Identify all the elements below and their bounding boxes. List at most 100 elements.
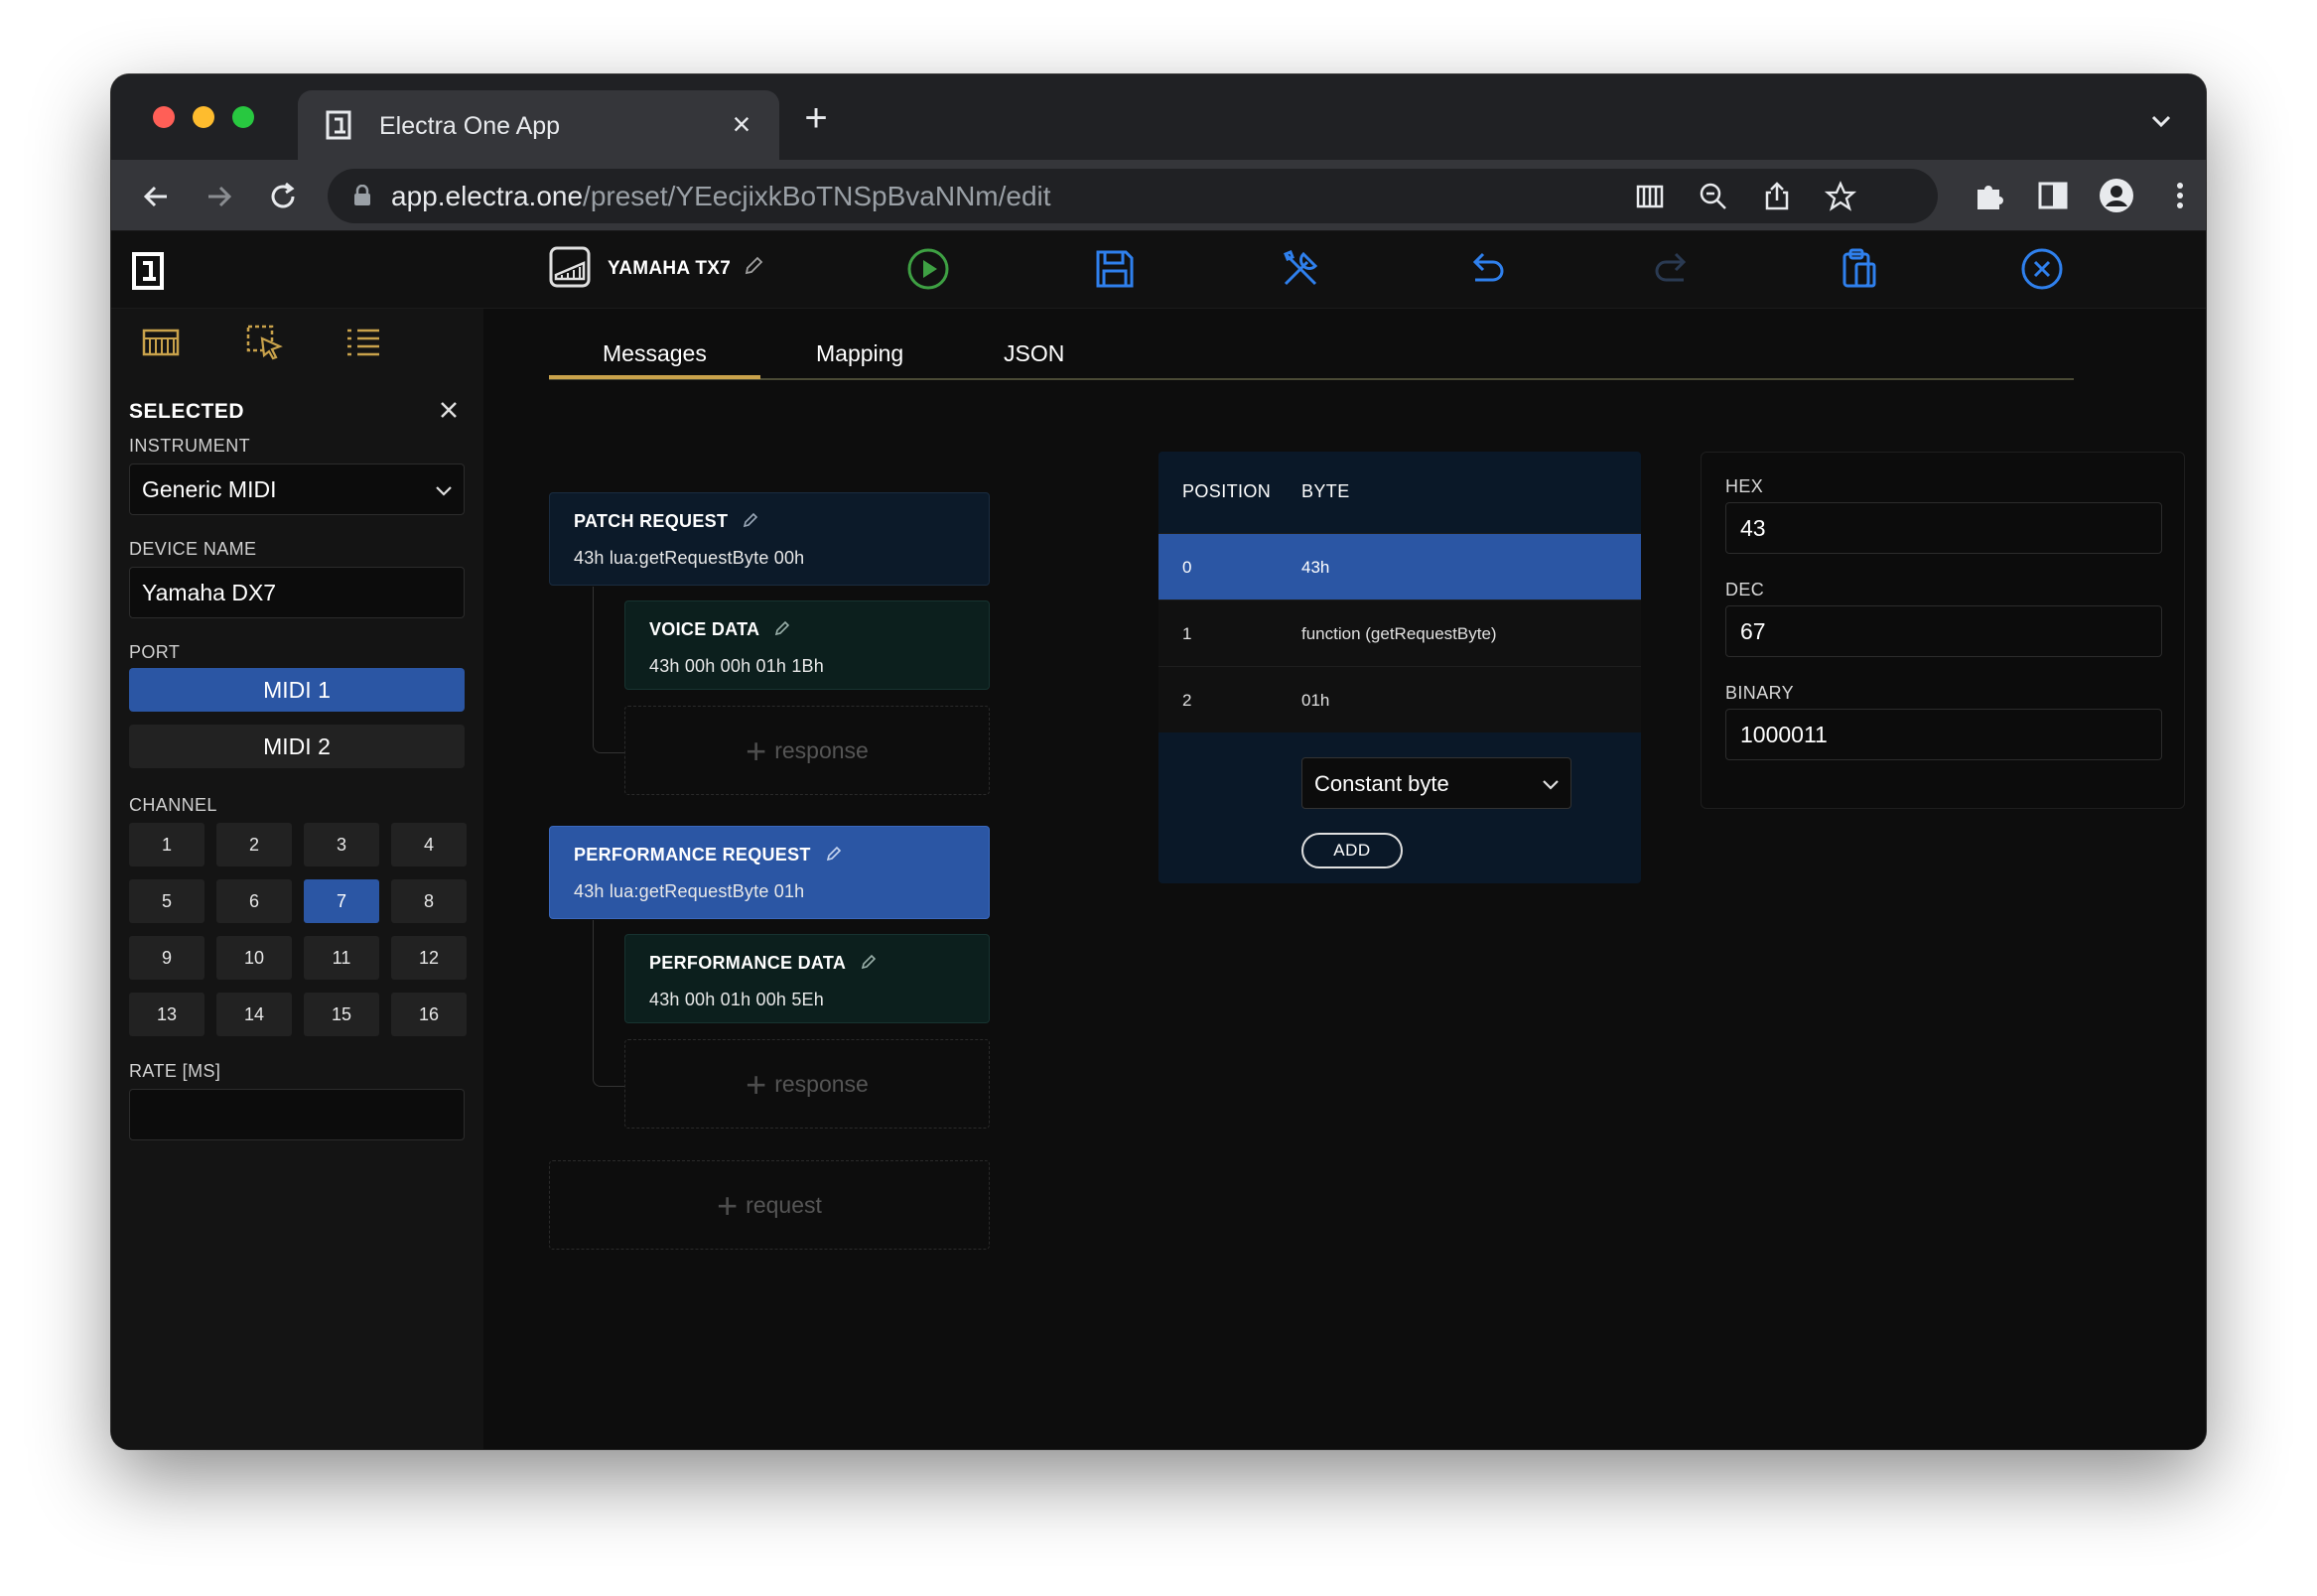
channel-button-1[interactable]: 1	[129, 823, 204, 866]
performance-request-card[interactable]: PERFORMANCE REQUEST 43h lua:getRequestBy…	[549, 826, 990, 919]
channel-button-4[interactable]: 4	[391, 823, 467, 866]
tools-icon[interactable]	[1278, 246, 1323, 292]
add-response-button[interactable]: + response	[624, 706, 990, 795]
tab-messages[interactable]: Messages	[549, 340, 760, 379]
add-response-button[interactable]: + response	[624, 1039, 990, 1129]
share-icon[interactable]	[1761, 181, 1793, 212]
more-menu-icon[interactable]	[2162, 178, 2198, 213]
performance-data-response-card[interactable]: PERFORMANCE DATA 43h 00h 01h 00h 5Eh	[624, 934, 990, 1023]
pencil-icon[interactable]	[860, 953, 878, 971]
redo-icon[interactable]	[1650, 246, 1696, 292]
electra-app: YAMAHA TX7 SELECTED INSTRUMENT Generic M…	[111, 231, 2206, 1449]
browser-tab[interactable]: Electra One App ×	[298, 90, 779, 160]
app-header: YAMAHA TX7	[111, 231, 2206, 309]
binary-label: BINARY	[1725, 683, 1795, 703]
rate-input[interactable]	[129, 1089, 465, 1140]
select-cursor-icon[interactable]	[244, 323, 284, 362]
channel-button-3[interactable]: 3	[304, 823, 379, 866]
rate-label: RATE [MS]	[129, 1061, 221, 1081]
address-bar[interactable]: app.electra.one/preset/YEecjixkBoTNSpBva…	[328, 169, 1938, 223]
channel-button-9[interactable]: 9	[129, 936, 204, 980]
selected-heading: SELECTED	[129, 400, 245, 423]
request-title: PERFORMANCE REQUEST	[574, 845, 811, 864]
channel-button-14[interactable]: 14	[216, 993, 292, 1036]
chevron-down-icon	[1543, 780, 1559, 790]
close-window-button[interactable]	[153, 106, 175, 128]
voice-data-response-card[interactable]: VOICE DATA 43h 00h 00h 01h 1Bh	[624, 600, 990, 690]
browser-window: Electra One App × + app.electra.one/pres…	[111, 74, 2206, 1449]
tab-json[interactable]: JSON	[1004, 340, 1064, 367]
byte-type-select[interactable]: Constant byte	[1301, 757, 1571, 809]
reload-icon[interactable]	[266, 180, 300, 213]
add-request-button[interactable]: + request	[549, 1160, 990, 1250]
pencil-icon[interactable]	[742, 511, 759, 529]
bookmark-star-icon[interactable]	[1825, 181, 1856, 212]
table-row[interactable]: 1 function (getRequestByte)	[1158, 599, 1641, 666]
table-row[interactable]: 0 43h	[1158, 533, 1641, 599]
channel-button-7[interactable]: 7	[304, 879, 379, 923]
column-header-position: POSITION	[1182, 481, 1272, 501]
add-byte-button[interactable]: ADD	[1301, 833, 1403, 868]
preset-name: YAMAHA TX7	[608, 258, 732, 279]
piano-keys-icon[interactable]	[1634, 181, 1666, 212]
request-bytes: 43h lua:getRequestByte 00h	[574, 548, 805, 568]
instrument-value: Generic MIDI	[142, 476, 277, 502]
port-midi1-button[interactable]: MIDI 1	[129, 668, 465, 712]
channel-button-6[interactable]: 6	[216, 879, 292, 923]
list-icon[interactable]	[343, 323, 383, 362]
channel-button-13[interactable]: 13	[129, 993, 204, 1036]
play-icon[interactable]	[905, 246, 951, 292]
message-tabs: Messages Mapping JSON	[549, 340, 2074, 380]
instrument-select[interactable]: Generic MIDI	[129, 464, 465, 515]
zoom-icon[interactable]	[1698, 181, 1729, 212]
hex-label: HEX	[1725, 476, 1764, 496]
column-header-byte: BYTE	[1301, 481, 1350, 501]
tab-strip: Electra One App × +	[111, 74, 2206, 160]
device-name-value: Yamaha DX7	[142, 580, 277, 605]
electra-logo-icon[interactable]	[131, 251, 165, 291]
channel-button-10[interactable]: 10	[216, 936, 292, 980]
back-arrow-icon[interactable]	[139, 180, 173, 213]
close-circle-icon[interactable]	[2019, 246, 2065, 292]
keyboard-icon[interactable]	[141, 323, 181, 362]
patch-request-card[interactable]: PATCH REQUEST 43h lua:getRequestByte 00h	[549, 492, 990, 586]
channel-button-16[interactable]: 16	[391, 993, 467, 1036]
device-name-input[interactable]: Yamaha DX7	[129, 567, 465, 618]
close-icon[interactable]	[437, 398, 461, 422]
side-panel-icon[interactable]	[2035, 178, 2071, 213]
preset-icon	[549, 246, 591, 288]
channel-button-15[interactable]: 15	[304, 993, 379, 1036]
channel-button-12[interactable]: 12	[391, 936, 467, 980]
new-tab-icon[interactable]: +	[796, 98, 836, 140]
extensions-icon[interactable]	[1972, 178, 2007, 213]
binary-input[interactable]: 1000011	[1725, 709, 2162, 760]
profile-avatar-icon[interactable]	[2099, 178, 2134, 213]
save-icon[interactable]	[1092, 246, 1138, 292]
channel-button-5[interactable]: 5	[129, 879, 204, 923]
channel-button-2[interactable]: 2	[216, 823, 292, 866]
tab-mapping[interactable]: Mapping	[816, 340, 903, 367]
hex-input[interactable]: 43	[1725, 502, 2162, 554]
request-title: PATCH REQUEST	[574, 511, 729, 531]
tab-close-icon[interactable]: ×	[722, 104, 761, 144]
channel-button-8[interactable]: 8	[391, 879, 467, 923]
pencil-icon[interactable]	[743, 255, 764, 277]
undo-icon[interactable]	[1463, 246, 1509, 292]
maximize-window-button[interactable]	[232, 106, 254, 128]
sidebar: SELECTED INSTRUMENT Generic MIDI DEVICE …	[111, 309, 483, 1449]
clipboard-icon[interactable]	[1837, 246, 1882, 292]
forward-arrow-icon[interactable]	[203, 180, 236, 213]
electra-favicon-icon	[326, 110, 351, 140]
port-midi2-button[interactable]: MIDI 2	[129, 725, 465, 768]
channel-button-11[interactable]: 11	[304, 936, 379, 980]
tree-connector	[593, 920, 624, 1087]
pencil-icon[interactable]	[825, 845, 843, 863]
dec-input[interactable]: 67	[1725, 605, 2162, 657]
lock-icon	[354, 185, 370, 205]
chevron-down-icon[interactable]	[2146, 106, 2176, 136]
minimize-window-button[interactable]	[193, 106, 214, 128]
pencil-icon[interactable]	[773, 619, 791, 637]
tree-connector	[593, 587, 624, 753]
table-row[interactable]: 2 01h	[1158, 666, 1641, 732]
main-panel: Messages Mapping JSON PATCH REQUEST 43h …	[483, 309, 2185, 1449]
